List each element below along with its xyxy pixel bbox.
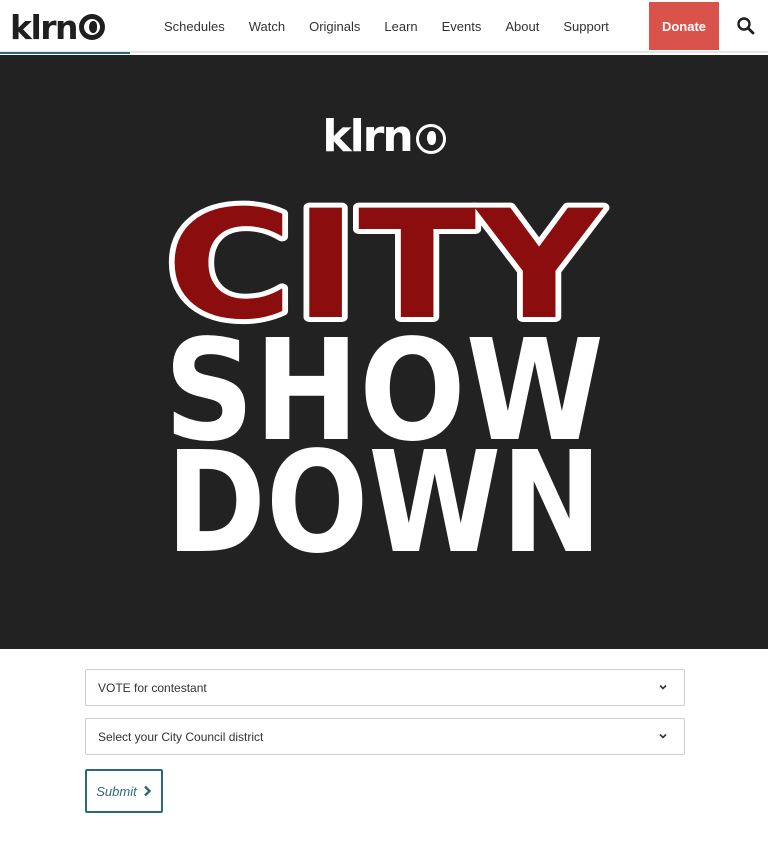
chevron-right-icon — [143, 785, 151, 797]
nav-watch[interactable]: Watch — [237, 19, 297, 34]
search-icon[interactable] — [736, 16, 756, 36]
logo-text: klrn — [10, 7, 79, 47]
nav-support[interactable]: Support — [551, 19, 621, 34]
nav-originals[interactable]: Originals — [297, 19, 372, 34]
site-header: klrn Schedules Watch Originals Learn Eve… — [0, 0, 768, 54]
vote-form: VOTE for contestant Select your City Cou… — [85, 669, 685, 813]
district-select-value: Select your City Council district — [98, 730, 264, 744]
submit-label: Submit — [96, 783, 137, 799]
contestant-select-value: VOTE for contestant — [98, 681, 207, 695]
submit-button[interactable]: Submit — [85, 769, 163, 813]
nav-events[interactable]: Events — [430, 19, 494, 34]
donate-button[interactable]: Donate — [649, 2, 719, 50]
pbs-logo-icon — [79, 14, 106, 40]
klrn-logo[interactable]: klrn — [10, 7, 106, 47]
main-nav: Schedules Watch Originals Learn Events A… — [152, 0, 621, 52]
hero-title-art: CITY SHOW DOWN — [161, 174, 610, 585]
nav-schedules[interactable]: Schedules — [152, 19, 237, 34]
city-showdown-hero: klrn CITY SHOW DOWN — [0, 55, 768, 649]
header-accent-rule — [0, 52, 130, 54]
district-select[interactable]: Select your City Council district — [85, 718, 685, 755]
title-line-down: DOWN — [166, 422, 602, 585]
chevron-down-icon — [659, 733, 667, 739]
nav-learn[interactable]: Learn — [372, 19, 429, 34]
chevron-down-icon — [659, 684, 667, 690]
contestant-select[interactable]: VOTE for contestant — [85, 669, 685, 706]
nav-about[interactable]: About — [493, 19, 551, 34]
